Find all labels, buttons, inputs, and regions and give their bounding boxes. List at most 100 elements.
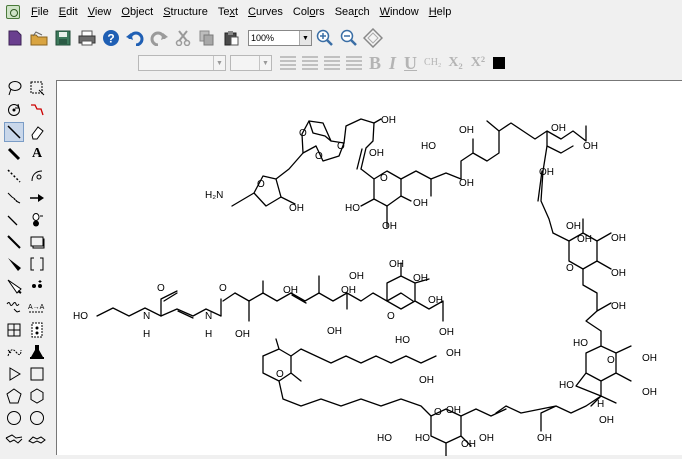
align-left-button[interactable]: [280, 56, 296, 70]
menu-item-prefix: Sea: [334, 6, 355, 18]
wavy-bond-icon[interactable]: [4, 298, 24, 318]
atom-label: O: [299, 128, 307, 139]
single-bond-icon[interactable]: [4, 232, 24, 252]
menu-item[interactable]: Curves: [243, 0, 288, 24]
atom-label: OH: [459, 125, 474, 136]
italic-button[interactable]: I: [389, 52, 396, 74]
menu-item[interactable]: Edit: [54, 0, 83, 24]
menu-item[interactable]: Text: [213, 0, 243, 24]
pentagon-icon[interactable]: [4, 386, 24, 406]
charge-icon[interactable]: [27, 276, 47, 296]
menu-item[interactable]: View: [83, 0, 117, 24]
boat-ring-icon[interactable]: [27, 430, 47, 450]
atom-label: OH: [349, 271, 364, 282]
heptagon-icon[interactable]: [4, 408, 24, 428]
redo-icon[interactable]: [148, 27, 170, 49]
menu-item[interactable]: Window: [375, 0, 424, 24]
hashed-wedge-icon[interactable]: [4, 188, 24, 208]
cut-icon[interactable]: [172, 27, 194, 49]
zoom-select[interactable]: 100% ▼: [248, 30, 312, 46]
brackets-icon[interactable]: [27, 254, 47, 274]
square-ring-icon[interactable]: [27, 364, 47, 384]
atom-label: O: [566, 263, 574, 274]
dashed-bond-icon[interactable]: [4, 166, 24, 186]
undo-icon[interactable]: [124, 27, 146, 49]
arrow-tool-icon[interactable]: [27, 188, 47, 208]
formula-button[interactable]: CH₂: [424, 52, 441, 74]
menu-item[interactable]: Search: [330, 0, 375, 24]
atom-label: OH: [382, 221, 397, 232]
bold-button[interactable]: B: [369, 52, 381, 74]
marquee-icon[interactable]: [27, 78, 47, 98]
app-icon[interactable]: [6, 5, 20, 19]
chair-ring-icon[interactable]: [4, 430, 24, 450]
rotate-icon[interactable]: [4, 100, 24, 120]
menu-item-accelerator: C: [248, 6, 256, 18]
lasso-icon[interactable]: [4, 78, 24, 98]
menu-item-label: urves: [255, 6, 283, 18]
hollow-wedge-icon[interactable]: [4, 276, 24, 296]
curve-arrow-icon[interactable]: [4, 342, 24, 362]
atom-label: OH: [413, 273, 428, 284]
text-color-swatch[interactable]: [493, 57, 506, 69]
wedge-bond-icon[interactable]: [4, 254, 24, 274]
hashed-bond-icon[interactable]: [4, 210, 24, 230]
atom-label: OH: [583, 141, 598, 152]
atom-label: N: [143, 311, 150, 322]
atom-label: OH: [289, 203, 304, 214]
size-select[interactable]: ▼: [230, 55, 272, 71]
chevron-down-icon[interactable]: ▼: [259, 56, 271, 70]
new-document-icon[interactable]: [4, 27, 26, 49]
hexagon-icon[interactable]: [27, 386, 47, 406]
drawing-canvas[interactable]: H₂N O OH O O O OH OH O OH HO OH HO OH OH OH OH OH OH OH OH O O…: [56, 80, 682, 457]
chevron-down-icon[interactable]: ▼: [299, 31, 311, 45]
menu-item[interactable]: Colors: [288, 0, 330, 24]
menu-item[interactable]: Structure: [158, 0, 213, 24]
menu-item-label: iew: [94, 6, 112, 18]
table-icon[interactable]: [4, 320, 24, 340]
octagon-icon[interactable]: [27, 408, 47, 428]
rectangle-icon[interactable]: [27, 232, 47, 252]
chain-tool-icon[interactable]: [27, 100, 47, 120]
justify-button[interactable]: [346, 56, 362, 70]
chevron-down-icon[interactable]: ▼: [213, 56, 225, 70]
reaction-arrow-icon[interactable]: A→A: [27, 298, 47, 318]
zoom-in-icon[interactable]: [314, 27, 336, 49]
orbital-icon[interactable]: [27, 210, 47, 230]
flask-icon[interactable]: [27, 342, 47, 362]
print-icon[interactable]: [76, 27, 98, 49]
help-icon[interactable]: ?: [100, 27, 122, 49]
underline-button[interactable]: U: [404, 52, 417, 74]
pen-tool-icon[interactable]: [27, 166, 47, 186]
subscript-button[interactable]: X₂: [448, 52, 462, 74]
atom-label: H: [597, 399, 604, 410]
menu-item-label: rs: [315, 6, 325, 18]
atom-label: OH: [283, 285, 298, 296]
atom-label: OH: [381, 115, 396, 126]
zoom-out-icon[interactable]: [338, 27, 360, 49]
superscript-button[interactable]: X²: [471, 52, 485, 74]
atom-label: HO: [421, 141, 436, 152]
tlc-plate-icon[interactable]: [27, 320, 47, 340]
atom-label: OH: [611, 301, 626, 312]
font-select[interactable]: ▼: [138, 55, 226, 71]
bond-tool-icon[interactable]: [4, 122, 24, 142]
copy-icon[interactable]: [196, 27, 218, 49]
menu-item[interactable]: Object: [116, 0, 158, 24]
diamond-icon[interactable]: [362, 27, 384, 49]
menu-item[interactable]: File: [26, 0, 54, 24]
align-right-button[interactable]: [324, 56, 340, 70]
save-disk-icon[interactable]: [52, 27, 74, 49]
triangle-icon[interactable]: [4, 364, 24, 384]
atom-label: O: [157, 283, 165, 294]
paste-icon[interactable]: [220, 27, 242, 49]
atom-label: OH: [537, 433, 552, 444]
menu-item[interactable]: Help: [424, 0, 457, 24]
eraser-icon[interactable]: [27, 122, 47, 142]
open-folder-icon[interactable]: [28, 27, 50, 49]
text-tool-icon[interactable]: A: [27, 144, 47, 164]
atom-label: O: [607, 355, 615, 366]
bold-bond-icon[interactable]: [4, 144, 24, 164]
menu-bar: File Edit View Object Structure Text Curves Col…: [0, 0, 682, 24]
align-center-button[interactable]: [302, 56, 318, 70]
